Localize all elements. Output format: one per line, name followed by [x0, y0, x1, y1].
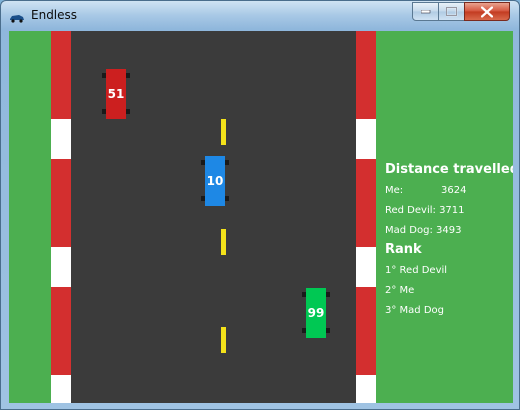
game-window: Endless 51 10 99 Distance travelled Me: … — [0, 0, 520, 410]
maximize-icon — [445, 6, 457, 16]
distance-value: 3711 — [439, 205, 465, 216]
car-99: 99 — [302, 288, 330, 338]
title-bar[interactable]: Endless — [1, 1, 519, 31]
maximize-button[interactable] — [438, 2, 465, 21]
car-number: 99 — [306, 288, 326, 338]
car-app-icon — [9, 9, 25, 23]
car-number: 51 — [106, 69, 126, 119]
window-title: Endless — [31, 8, 78, 22]
lane-marking — [221, 327, 226, 353]
racer-name: Red Devil: — [385, 205, 436, 216]
distance-heading: Distance travelled — [385, 162, 513, 177]
right-curb — [356, 31, 376, 403]
rank-heading: Rank — [385, 242, 422, 257]
minimize-button[interactable] — [412, 2, 439, 21]
left-curb — [51, 31, 71, 403]
lane-marking — [221, 119, 226, 145]
distance-row-mad-dog: Mad Dog: 3493 — [385, 225, 461, 236]
game-canvas: 51 10 99 Distance travelled Me: 3624 Red… — [9, 31, 513, 403]
car-number: 10 — [205, 156, 225, 206]
car-10: 10 — [201, 156, 229, 206]
rank-item: 2° Me — [385, 285, 415, 296]
racer-name: Mad Dog: — [385, 225, 433, 236]
distance-value: 3624 — [441, 185, 467, 196]
distance-row-red-devil: Red Devil: 3711 — [385, 205, 465, 216]
distance-value: 3493 — [436, 225, 462, 236]
rank-item: 1° Red Devil — [385, 265, 448, 276]
close-icon — [481, 6, 493, 17]
distance-row-me: Me: 3624 — [385, 185, 466, 196]
minimize-icon — [420, 9, 430, 13]
racer-name: Me: — [385, 185, 404, 196]
close-button[interactable] — [464, 2, 510, 21]
lane-marking — [221, 229, 226, 255]
car-51: 51 — [102, 69, 130, 119]
rank-item: 3° Mad Dog — [385, 305, 444, 316]
